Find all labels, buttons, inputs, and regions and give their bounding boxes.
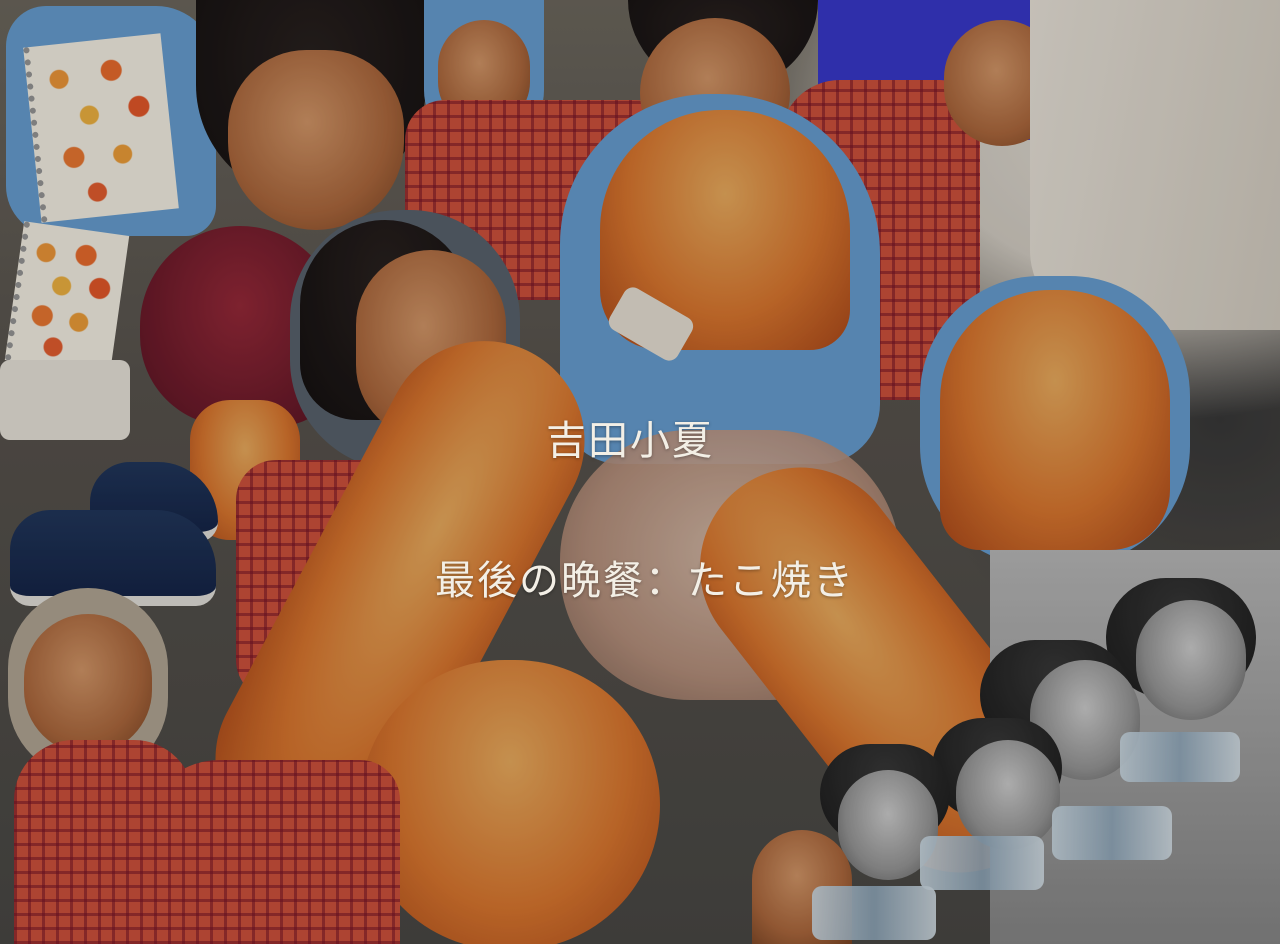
- glasses-face-image: [24, 614, 152, 754]
- orange-notebook-image-small: [4, 221, 130, 375]
- water-bottle-image-1: [1120, 732, 1240, 782]
- water-bottle-image-4: [812, 886, 936, 940]
- water-bottle-image-3: [920, 836, 1044, 890]
- orange-notebook-image: [23, 33, 179, 223]
- big-smiling-face-image: [360, 660, 660, 944]
- water-bottle-image-2: [1052, 806, 1172, 860]
- glasses-face-shirt: [14, 740, 194, 944]
- drinking-face-3-image: [956, 740, 1060, 850]
- drinking-face-1-image: [1136, 600, 1246, 720]
- collage-artwork: 吉田小夏 最後の晩餐：たこ焼き: [0, 0, 1280, 944]
- collage-title: 吉田小夏: [546, 418, 714, 464]
- top-face-image: [228, 50, 404, 230]
- collage-subtitle: 最後の晩餐：たこ焼き: [435, 558, 855, 604]
